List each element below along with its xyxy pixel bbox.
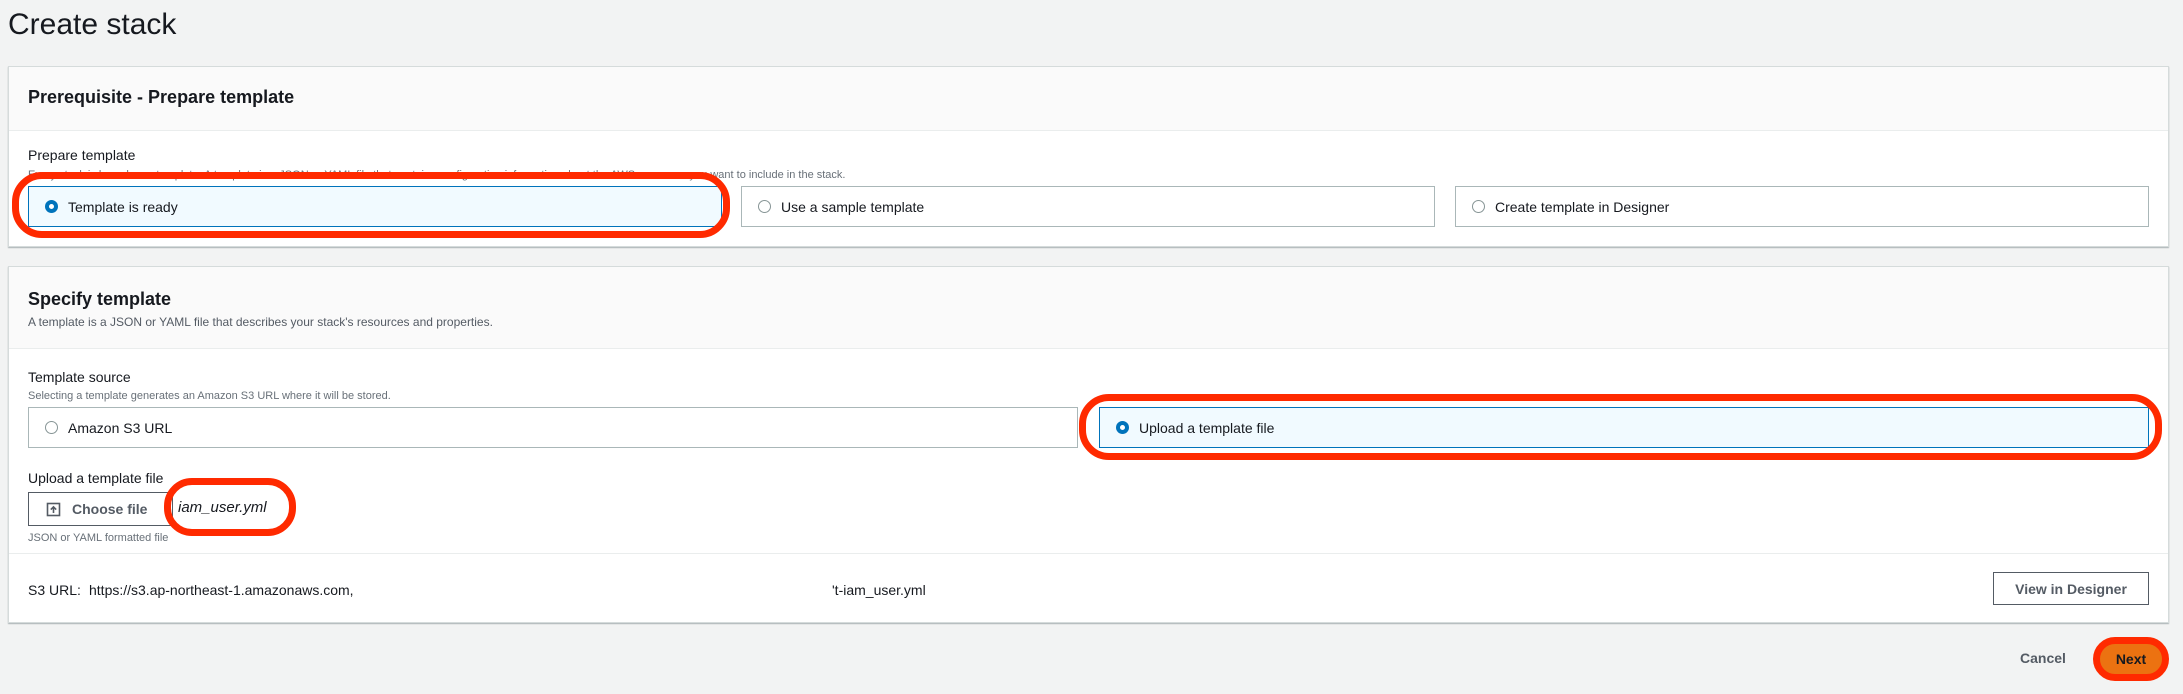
s3-url-row: S3 URL: https://s3.ap-northeast-1.amazon… [9, 553, 2168, 624]
source-s3-url-label: Amazon S3 URL [68, 419, 173, 436]
prerequisite-header: Prerequisite - Prepare template [9, 67, 2168, 131]
prepare-template-label: Prepare template [28, 147, 136, 163]
radio-s3-url[interactable] [45, 421, 58, 434]
radio-template-ready[interactable] [45, 200, 58, 213]
s3-url-label: S3 URL: [28, 582, 81, 598]
option-designer[interactable]: Create template in Designer [1455, 186, 2149, 227]
page-title: Create stack [8, 8, 177, 41]
prepare-template-desc: Every stack is based on a template. A te… [28, 169, 846, 181]
s3-url-start: https://s3.ap-northeast-1.amazonaws.com, [89, 582, 354, 598]
upload-file-label: Upload a template file [28, 470, 164, 486]
specify-template-title: Specify template [28, 289, 172, 309]
selected-file-name: iam_user.yml [178, 499, 267, 516]
option-designer-label: Create template in Designer [1495, 198, 1670, 215]
radio-designer[interactable] [1472, 200, 1485, 213]
source-s3-url[interactable]: Amazon S3 URL [28, 407, 1078, 448]
option-template-ready[interactable]: Template is ready [28, 186, 722, 227]
template-source-desc: Selecting a template generates an Amazon… [28, 390, 391, 402]
choose-file-button[interactable]: Choose file [28, 492, 173, 526]
specify-template-desc: A template is a JSON or YAML file that d… [28, 315, 493, 329]
radio-sample-template[interactable] [758, 200, 771, 213]
specify-template-panel: Specify template A template is a JSON or… [8, 266, 2169, 623]
prerequisite-title: Prerequisite - Prepare template [28, 87, 295, 107]
view-in-designer-button[interactable]: View in Designer [1993, 572, 2149, 605]
specify-template-header: Specify template A template is a JSON or… [9, 267, 2168, 349]
option-sample-template-label: Use a sample template [781, 198, 925, 215]
file-format-hint: JSON or YAML formatted file [28, 532, 169, 544]
prerequisite-panel: Prerequisite - Prepare template Prepare … [8, 66, 2169, 247]
option-template-ready-label: Template is ready [68, 198, 178, 215]
s3-url-end: 't-iam_user.yml [832, 582, 926, 598]
upload-icon [46, 502, 61, 516]
option-sample-template[interactable]: Use a sample template [741, 186, 1435, 227]
choose-file-label: Choose file [72, 501, 148, 517]
template-source-label: Template source [28, 369, 131, 385]
cancel-button[interactable]: Cancel [2020, 650, 2066, 666]
radio-upload-file[interactable] [1116, 421, 1129, 434]
source-upload-file[interactable]: Upload a template file [1099, 407, 2149, 448]
next-button[interactable]: Next [2100, 643, 2162, 674]
source-upload-file-label: Upload a template file [1139, 419, 1275, 436]
